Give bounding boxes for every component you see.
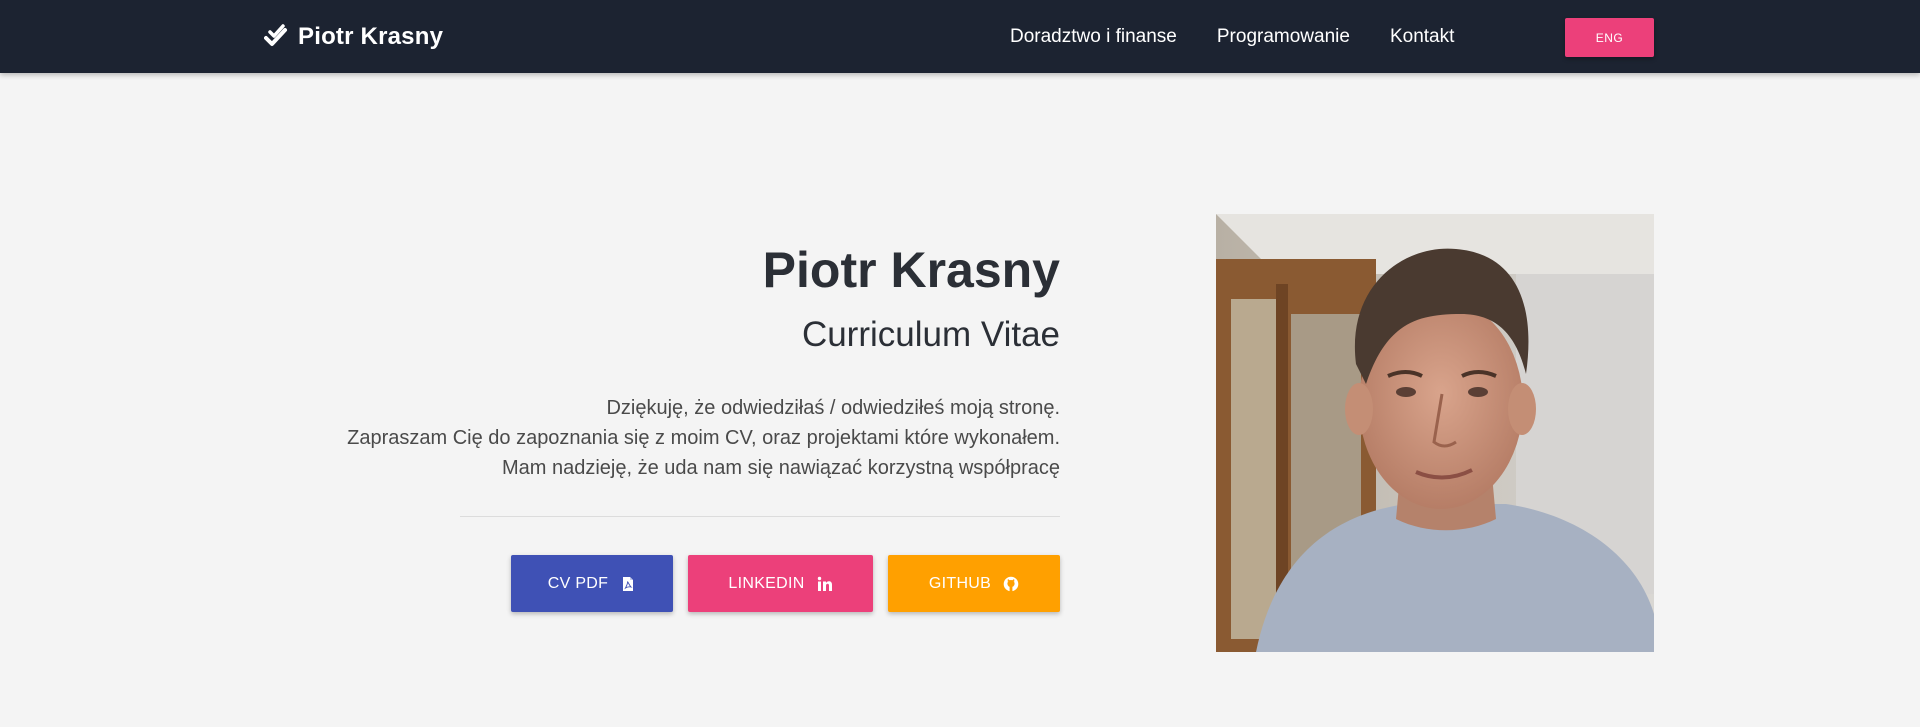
profile-photo — [1216, 214, 1654, 652]
double-check-icon — [264, 23, 287, 46]
description-line: Zapraszam Cię do zapoznania się z moim C… — [347, 426, 1060, 449]
description-line: Dziękuję, że odwiedziłaś / odwiedziłeś m… — [606, 396, 1060, 419]
hero-text-block: Piotr Krasny Curriculum Vitae Dziękuję, … — [320, 243, 1060, 483]
brand-link[interactable]: Piotr Krasny — [264, 0, 443, 73]
cv-pdf-button-label: CV PDF — [547, 574, 609, 592]
language-switch-button[interactable]: ENG — [1565, 18, 1654, 57]
nav-link-doradztwo[interactable]: Doradztwo i finanse — [1010, 26, 1177, 48]
cv-pdf-button[interactable]: CV PDF — [511, 555, 673, 612]
nav-link-programowanie[interactable]: Programowanie — [1217, 26, 1350, 48]
file-pdf-icon — [623, 576, 634, 591]
linkedin-button[interactable]: LINKEDIN — [688, 555, 873, 612]
hero-title: Piotr Krasny — [762, 242, 1060, 298]
top-navbar: Piotr Krasny Doradztwo i finanse Program… — [0, 0, 1920, 73]
hero-button-row: CV PDF LINKEDIN GITHUB — [511, 555, 1060, 612]
nav-links: Doradztwo i finanse Programowanie Kontak… — [1010, 0, 1494, 73]
hero-divider — [460, 516, 1060, 517]
hero-description: Dziękuję, że odwiedziłaś / odwiedziłeś m… — [320, 393, 1060, 483]
description-line: Mam nadzieję, że uda nam się nawiązać ko… — [501, 456, 1060, 479]
github-button[interactable]: GITHUB — [888, 555, 1060, 612]
github-icon — [1003, 576, 1019, 591]
brand-name: Piotr Krasny — [298, 22, 444, 50]
linkedin-icon — [817, 576, 832, 591]
nav-link-kontakt[interactable]: Kontakt — [1390, 26, 1454, 48]
linkedin-button-label: LINKEDIN — [728, 574, 805, 592]
profile-photo-image — [1216, 214, 1654, 652]
hero-section: Piotr Krasny Curriculum Vitae Dziękuję, … — [0, 73, 1920, 727]
hero-subtitle: Curriculum Vitae — [801, 315, 1060, 354]
github-button-label: GITHUB — [928, 574, 992, 592]
